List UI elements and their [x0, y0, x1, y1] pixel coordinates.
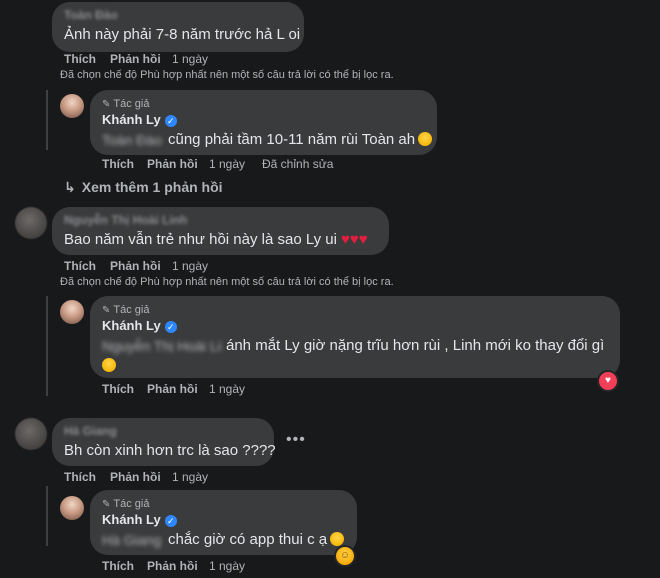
thread-line [46, 296, 48, 396]
reply-arrow-icon: ↳ [64, 179, 76, 195]
reply-button[interactable]: Phản hồi [147, 559, 198, 573]
timestamp[interactable]: 1 ngày [172, 470, 208, 484]
grinning-face-emoji [330, 532, 345, 546]
comments-section: Toàn Đào Ảnh này phải 7-8 năm trước hả L… [0, 0, 660, 578]
commenter-name[interactable]: Nguyễn Thị Hoài Linh [64, 213, 187, 227]
filter-note: Đã chọn chế độ Phù hợp nhất nên một số c… [60, 276, 394, 288]
reply-mention[interactable]: Hà Giang [102, 532, 164, 548]
commenter-name[interactable]: Toàn Đào [64, 8, 118, 22]
reply-text: ánh mắt Ly giờ nặng trĩu hơn rùi , Linh … [226, 337, 605, 354]
avatar[interactable] [15, 418, 47, 450]
author-badge: ✎ Tác giả [102, 98, 150, 110]
heart-emoji: ♥♥♥ [340, 231, 368, 248]
reply-mention[interactable]: Toàn Đào [102, 132, 162, 148]
timestamp[interactable]: 1 ngày [172, 52, 208, 66]
pen-icon: ✎ [102, 499, 111, 510]
see-more-replies[interactable]: ↳ Xem thêm 1 phản hồi [64, 179, 223, 196]
timestamp[interactable]: 1 ngày [209, 157, 245, 171]
haha-reaction-icon[interactable]: ☺ [334, 545, 356, 567]
reply-button[interactable]: Phản hồi [110, 259, 161, 273]
smiling-face-emoji [418, 132, 433, 146]
edited-label[interactable]: Đã chỉnh sửa [262, 157, 333, 171]
pen-icon: ✎ [102, 305, 111, 316]
reply-button[interactable]: Phản hồi [147, 382, 198, 396]
reply-text: chắc giờ có app thui c ạ [168, 531, 345, 548]
more-options-icon[interactable]: ••• [286, 431, 306, 449]
author-badge: ✎ Tác giả [102, 498, 150, 510]
commenter-name[interactable]: Hà Giang [64, 424, 117, 438]
timestamp[interactable]: 1 ngày [209, 559, 245, 573]
reply-button[interactable]: Phản hồi [110, 52, 161, 66]
reply-mention[interactable]: Nguyễn Thị Hoài Linh [102, 338, 222, 354]
like-button[interactable]: Thích [64, 259, 96, 273]
like-button[interactable]: Thích [102, 559, 134, 573]
reply-button[interactable]: Phản hồi [147, 157, 198, 171]
avatar[interactable] [60, 300, 84, 324]
author-name[interactable]: Khánh Ly ✓ [102, 512, 177, 527]
love-reaction-icon[interactable]: ♥ [597, 370, 619, 392]
comment-text: Bao năm vẫn trẻ như hồi này là sao Ly ui… [64, 231, 368, 248]
avatar[interactable] [15, 207, 47, 239]
verified-badge-icon: ✓ [164, 321, 177, 333]
smiling-face-emoji [102, 358, 116, 372]
pen-icon: ✎ [102, 99, 111, 110]
like-button[interactable]: Thích [102, 382, 134, 396]
reply-text: cũng phải tầm 10-11 năm rùi Toàn ah [168, 131, 433, 148]
like-button[interactable]: Thích [102, 157, 134, 171]
avatar[interactable] [60, 496, 84, 520]
like-button[interactable]: Thích [64, 470, 96, 484]
comment-text: Bh còn xinh hơn trc là sao ???? [64, 442, 276, 459]
timestamp[interactable]: 1 ngày [209, 382, 245, 396]
thread-line [46, 90, 48, 150]
timestamp[interactable]: 1 ngày [172, 259, 208, 273]
filter-note: Đã chọn chế độ Phù hợp nhất nên một số c… [60, 69, 394, 81]
author-name[interactable]: Khánh Ly ✓ [102, 318, 177, 333]
verified-badge-icon: ✓ [164, 115, 177, 127]
thread-line [46, 486, 48, 546]
verified-badge-icon: ✓ [164, 515, 177, 527]
reply-button[interactable]: Phản hồi [110, 470, 161, 484]
author-name[interactable]: Khánh Ly ✓ [102, 112, 177, 127]
comment-text: Ảnh này phải 7-8 năm trước hả L oi [64, 26, 301, 43]
author-badge: ✎ Tác giả [102, 304, 150, 316]
avatar[interactable] [60, 94, 84, 118]
like-button[interactable]: Thích [64, 52, 96, 66]
